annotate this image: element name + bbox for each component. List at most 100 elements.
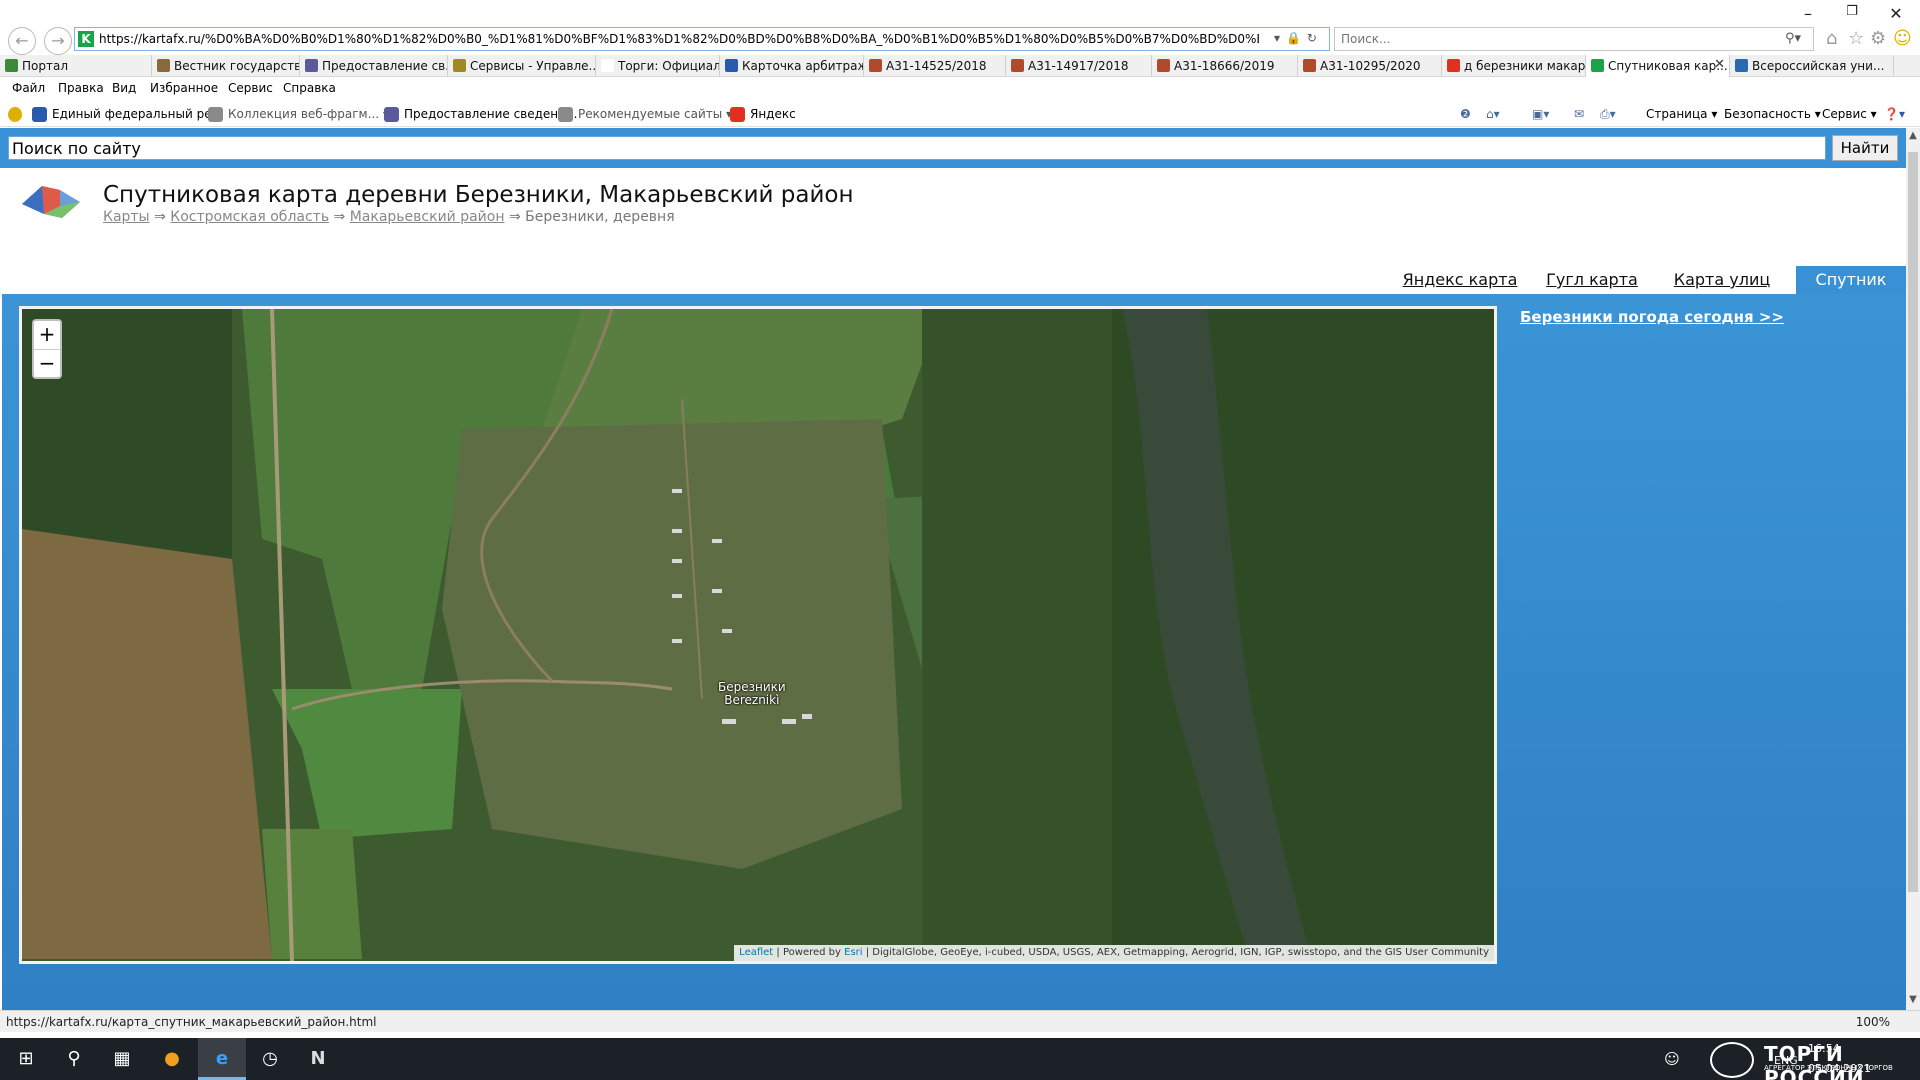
search-icon[interactable]: ⚲▾ (1785, 31, 1801, 46)
brand-logo-icon (1710, 1042, 1754, 1078)
clock-app-icon[interactable]: ◷ (256, 1045, 284, 1073)
weather-link[interactable]: Березники погода сегодня >> (1520, 308, 1784, 326)
tab-google-map[interactable]: Гугл карта (1536, 266, 1648, 294)
page-scrollbar[interactable]: ▲ ▼ (1906, 128, 1920, 1010)
back-button[interactable]: ← (8, 27, 36, 55)
browser-tab[interactable]: А31-14917/2018 (1006, 55, 1152, 77)
menu-item[interactable]: Вид (112, 81, 136, 95)
tab-favicon-icon (1011, 59, 1024, 72)
windows-taskbar: ⊞ ⚲ ▦ ● e ◷ N ☺ ENG ТОРГИ РОССИИ АГРЕГАТ… (0, 1038, 1920, 1080)
tab-favicon-icon (725, 59, 738, 72)
tab-label: Вестник государств... (174, 59, 300, 73)
favorite-label: Единый федеральный ре... (52, 107, 224, 121)
search-icon[interactable]: ⚲ (60, 1045, 88, 1073)
satellite-map[interactable]: + − Березники Bereznikì Leaflet | Powere… (19, 306, 1497, 964)
browser-search-input[interactable] (1341, 31, 1761, 47)
leaflet-link[interactable]: Leaflet (739, 947, 773, 958)
browser-tab[interactable]: Всероссийская уни... (1730, 55, 1894, 77)
tab-label: Сервисы - Управле... (470, 59, 596, 73)
tab-label: Карточка арбитраж... (742, 59, 863, 73)
tab-satellite[interactable]: Спутник (1796, 266, 1906, 294)
browser-tab[interactable]: д березники макар... (1442, 55, 1586, 77)
clock-time[interactable]: 16:54 (1808, 1042, 1840, 1055)
menu-bar: Файл Правка Вид Избранное Сервис Справка (0, 78, 1920, 100)
favorite-link[interactable]: Рекомендуемые сайты ▾ (558, 107, 732, 122)
page-title: Спутниковая карта деревни Березники, Мак… (103, 182, 854, 208)
close-tab-icon[interactable]: ✕ (1714, 57, 1725, 72)
browser-tab[interactable]: А31-14525/2018 (864, 55, 1006, 77)
site-search-button[interactable]: Найти (1832, 135, 1898, 161)
favorites-star-icon[interactable]: ☆ (1848, 28, 1864, 49)
command-menu[interactable]: Страница ▾ (1646, 107, 1717, 121)
app-orange-icon[interactable]: ● (158, 1045, 186, 1073)
scrollbar-thumb[interactable] (1908, 152, 1918, 892)
menu-item[interactable]: Сервис (228, 81, 273, 95)
tab-favicon-icon (1447, 59, 1460, 72)
forward-button[interactable]: → (44, 27, 72, 55)
esri-link[interactable]: Esri (844, 947, 862, 958)
tab-yandex-map[interactable]: Яндекс карта (1384, 266, 1536, 294)
tab-favicon-icon (453, 59, 466, 72)
browser-tab[interactable]: Предоставление св... (300, 55, 448, 77)
menu-item[interactable]: Файл (12, 81, 45, 95)
menu-item[interactable]: Справка (283, 81, 336, 95)
task-view-icon[interactable]: ▦ (108, 1045, 136, 1073)
zoom-out-button[interactable]: − (34, 349, 60, 377)
app-n-icon[interactable]: N (304, 1045, 332, 1073)
favorite-link[interactable]: Единый федеральный ре... (32, 107, 224, 122)
feeds-icon[interactable]: ▣▾ (1532, 107, 1549, 121)
tab-street-map[interactable]: Карта улиц (1648, 266, 1796, 294)
browser-tab[interactable]: Портал (0, 55, 152, 77)
browser-search-box[interactable]: ⚲▾ (1334, 27, 1814, 51)
home-icon[interactable]: ⌂ (1826, 28, 1837, 49)
help-circle-icon[interactable]: ❷ (1460, 107, 1471, 121)
menu-item[interactable]: Правка (58, 81, 104, 95)
clock-date[interactable]: 05.04.2021 (1808, 1062, 1871, 1075)
browser-tab[interactable]: Вестник государств... (152, 55, 300, 77)
site-search-input[interactable] (8, 136, 1826, 160)
people-icon[interactable]: ☺ (1658, 1045, 1686, 1073)
favorite-label: Коллекция веб-фрагм... (228, 107, 380, 121)
home-command-icon[interactable]: ⌂▾ (1486, 107, 1500, 121)
scroll-down-icon[interactable]: ▼ (1906, 994, 1920, 1008)
smiley-feedback-icon[interactable]: ☺ (1893, 28, 1912, 49)
address-bar[interactable]: K https://kartafx.ru/%D0%BA%D0%B0%D1%80%… (74, 27, 1330, 51)
tab-label: Спутниковая кар... (1608, 59, 1728, 73)
browser-tab[interactable]: Спутниковая кар... ✕ (1586, 55, 1730, 77)
command-menu[interactable]: Сервис ▾ (1822, 107, 1877, 121)
browser-tab[interactable]: А31-18666/2019 (1152, 55, 1298, 77)
breadcrumb-link-region[interactable]: Костромская область (170, 209, 329, 225)
favorite-icon (384, 107, 399, 122)
print-icon[interactable]: ⎙▾ (1600, 107, 1616, 122)
dropdown-arrow-icon: ▾ (1707, 107, 1718, 121)
status-bar: https://kartafx.ru/карта_спутник_макарье… (0, 1010, 1920, 1032)
windows-start-icon[interactable]: ⊞ (12, 1045, 40, 1073)
command-menu[interactable]: Безопасность ▾ (1724, 107, 1821, 121)
menu-item[interactable]: Избранное (150, 81, 218, 95)
favorite-link[interactable]: Предоставление сведени... (384, 107, 577, 122)
browser-tab[interactable]: Сервисы - Управле... (448, 55, 596, 77)
restore-button[interactable]: ❐ (1834, 4, 1870, 24)
favorite-link[interactable]: Яндекс (730, 107, 796, 122)
tab-label: А31-14917/2018 (1028, 59, 1129, 73)
help-icon[interactable]: ❓▾ (1884, 107, 1905, 121)
favorite-link[interactable]: Коллекция веб-фрагм... ▾ (208, 107, 389, 122)
zoom-in-button[interactable]: + (34, 321, 60, 349)
zoom-level[interactable]: 100% (1856, 1015, 1890, 1029)
mail-icon[interactable]: ✉ (1574, 107, 1584, 121)
address-bar-icons[interactable]: ▾🔒↻ (1274, 31, 1323, 45)
browser-tab[interactable]: Торги: Официальн... (596, 55, 720, 77)
scroll-up-icon[interactable]: ▲ (1906, 130, 1920, 144)
internet-explorer-icon[interactable]: e (208, 1045, 236, 1073)
breadcrumb-link-maps[interactable]: Карты (103, 209, 150, 225)
breadcrumb-link-district[interactable]: Макарьевский район (350, 209, 505, 225)
dropdown-arrow-icon: ▾ (1866, 107, 1877, 121)
minimize-button[interactable]: – (1790, 4, 1826, 24)
close-window-button[interactable]: ✕ (1878, 4, 1914, 24)
dropdown-arrow-icon: ▾ (1810, 107, 1821, 121)
browser-tab[interactable]: А31-10295/2020 (1298, 55, 1442, 77)
browser-tab[interactable]: Карточка арбитраж... (720, 55, 864, 77)
tab-label: д березники макар... (1464, 59, 1586, 73)
address-url[interactable]: https://kartafx.ru/%D0%BA%D0%B0%D1%80%D1… (99, 32, 1259, 46)
settings-gear-icon[interactable]: ⚙ (1870, 28, 1886, 49)
